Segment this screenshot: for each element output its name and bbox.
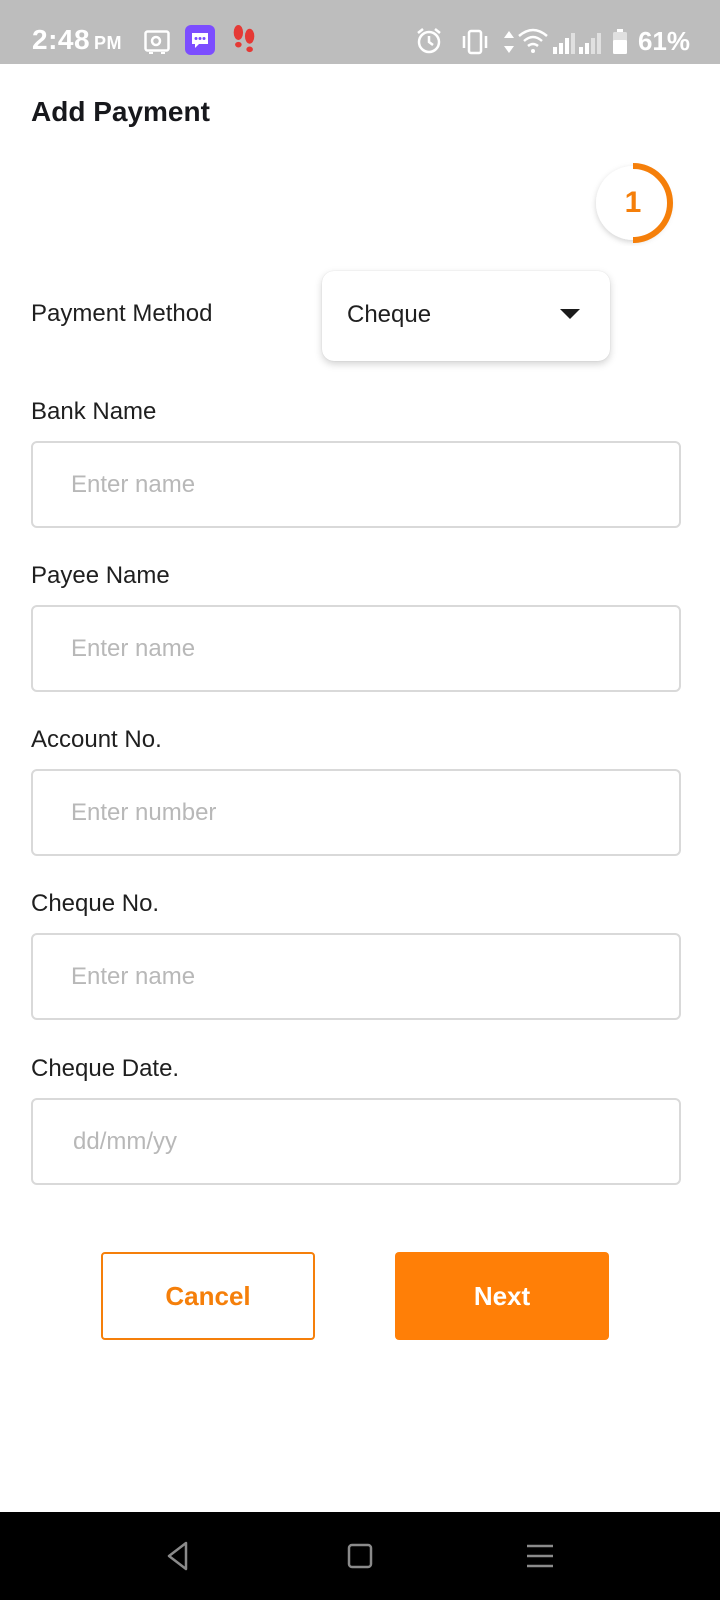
payment-method-dropdown[interactable]: Cheque xyxy=(322,271,610,361)
home-icon[interactable] xyxy=(342,1538,378,1574)
battery-percent: 61% xyxy=(637,26,690,56)
bank-name-input[interactable] xyxy=(33,443,679,526)
caret-down-icon xyxy=(560,309,580,319)
chat-app-icon xyxy=(185,25,215,55)
cheque-no-input[interactable] xyxy=(33,935,679,1018)
data-arrows-icon xyxy=(504,31,514,53)
footsteps-icon xyxy=(233,24,255,53)
step-number: 1 xyxy=(624,186,642,219)
alarm-icon xyxy=(417,28,441,54)
cancel-button[interactable]: Cancel xyxy=(101,1252,315,1340)
recents-icon[interactable] xyxy=(522,1538,558,1574)
signal-icon xyxy=(553,33,575,54)
status-bar: 2:48 PM 61% xyxy=(0,0,720,64)
cheque-date-input[interactable] xyxy=(33,1100,679,1183)
screen: 2:48 PM 61% Add Payment 1 Payment Method… xyxy=(0,0,720,1600)
battery-icon xyxy=(613,29,627,54)
status-ampm: PM xyxy=(94,33,123,53)
back-icon[interactable] xyxy=(160,1538,196,1574)
cheque-date-label: Cheque Date. xyxy=(31,1055,180,1082)
status-time-value: 2:48 xyxy=(32,24,91,55)
wifi-icon xyxy=(518,28,548,53)
bank-name-label: Bank Name xyxy=(31,398,157,425)
next-button[interactable]: Next xyxy=(395,1252,609,1340)
status-time: 2:48 PM xyxy=(32,24,122,56)
page-title: Add Payment xyxy=(31,96,210,127)
payee-name-field xyxy=(31,605,681,692)
cheque-no-label: Cheque No. xyxy=(31,890,160,917)
payment-method-value: Cheque xyxy=(347,301,432,328)
account-no-input[interactable] xyxy=(33,771,679,854)
step-indicator: 1 xyxy=(590,160,676,246)
cheque-no-field xyxy=(31,933,681,1020)
payee-name-label: Payee Name xyxy=(31,562,170,589)
voicemail-icon xyxy=(144,30,170,54)
vibrate-icon xyxy=(462,29,488,55)
payment-method-label: Payment Method xyxy=(31,300,213,327)
bank-name-field xyxy=(31,441,681,528)
cheque-date-field xyxy=(31,1098,681,1185)
signal-icon-2 xyxy=(579,33,601,54)
account-no-field xyxy=(31,769,681,856)
account-no-label: Account No. xyxy=(31,726,162,753)
system-nav-bar xyxy=(0,1512,720,1600)
payee-name-input[interactable] xyxy=(33,607,679,690)
